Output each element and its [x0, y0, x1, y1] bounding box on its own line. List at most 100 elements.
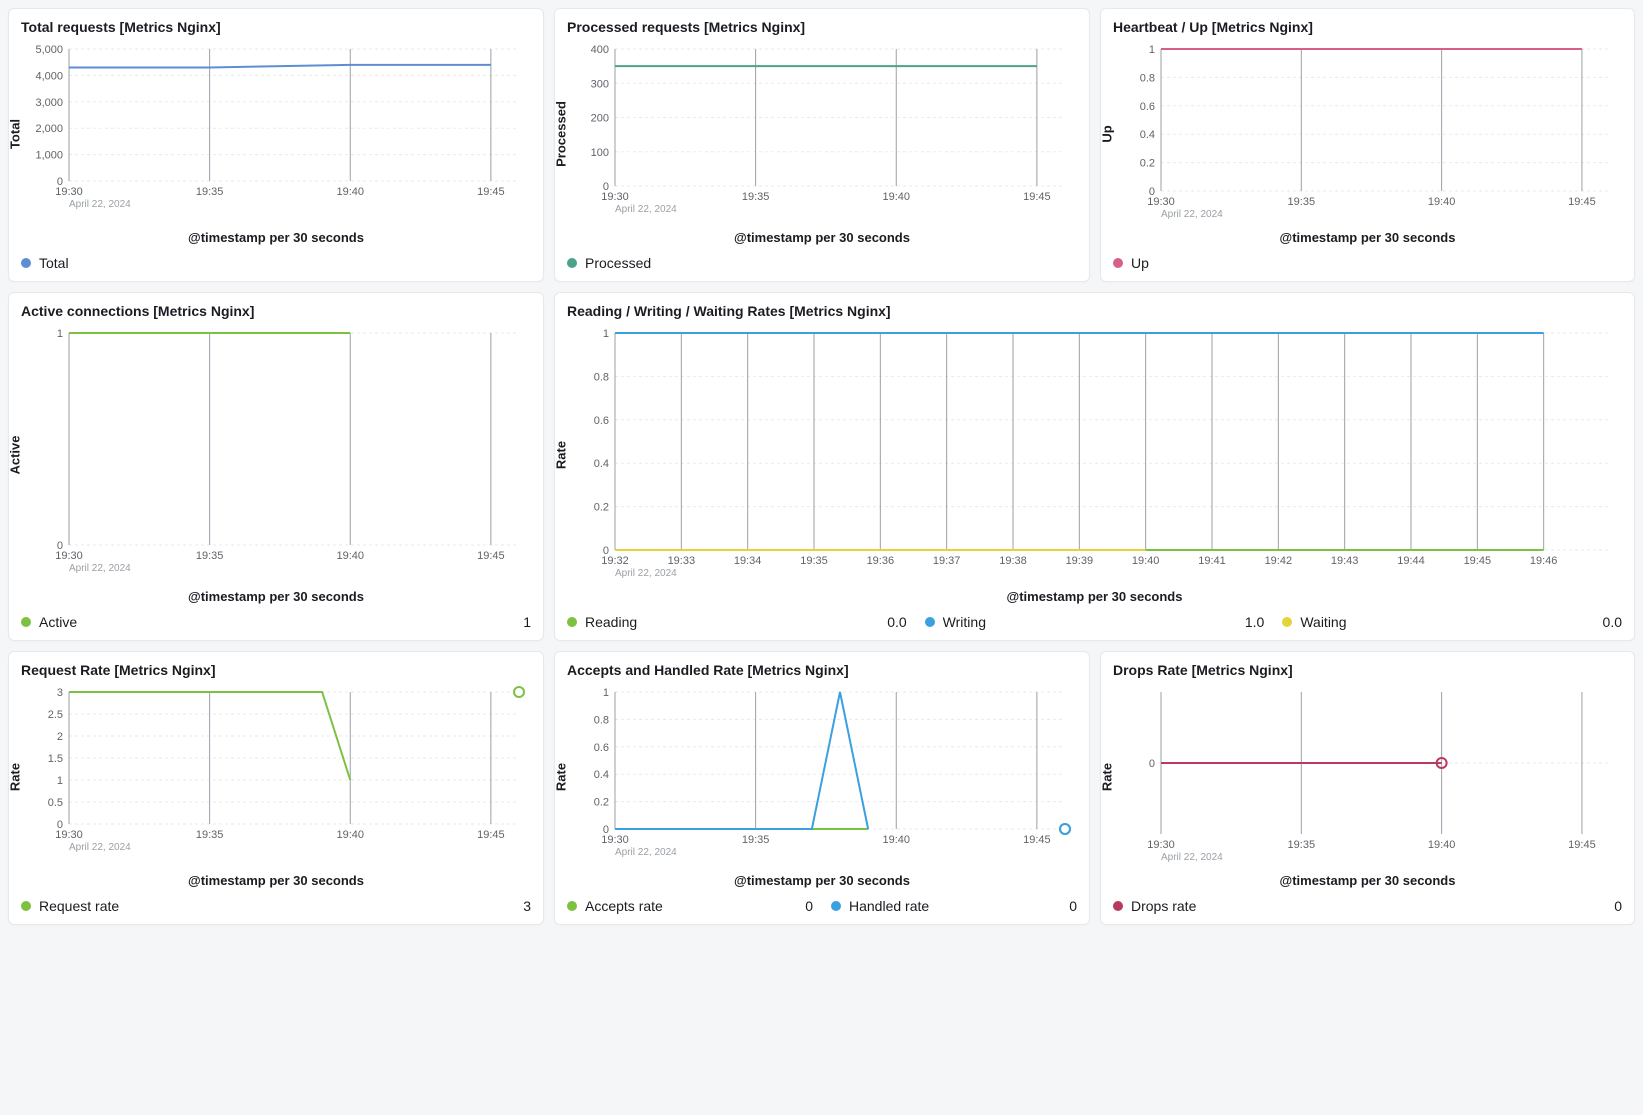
svg-text:19:45: 19:45	[477, 550, 505, 562]
svg-text:19:45: 19:45	[477, 186, 505, 198]
chart-reqrate[interactable]: Rate 00.511.522.5319:30April 22, 202419:…	[21, 684, 531, 869]
ylabel: Rate	[554, 762, 569, 790]
svg-text:3: 3	[57, 687, 63, 699]
legend-item[interactable]: Processed	[567, 255, 1077, 271]
svg-text:2,000: 2,000	[35, 123, 63, 135]
legend: Processed	[567, 255, 1077, 271]
legend-dot-icon	[21, 901, 31, 911]
panel-processed-requests[interactable]: Processed requests [Metrics Nginx] Proce…	[554, 8, 1090, 282]
chart-rww[interactable]: Rate 00.20.40.60.8119:32April 22, 202419…	[567, 325, 1622, 585]
legend-item[interactable]: Writing 1.0	[925, 614, 1265, 630]
svg-text:19:30: 19:30	[601, 191, 629, 203]
svg-text:200: 200	[591, 113, 609, 125]
xlabel: @timestamp per 30 seconds	[1113, 873, 1622, 888]
svg-text:19:44: 19:44	[1397, 555, 1425, 567]
panel-title: Accepts and Handled Rate [Metrics Nginx]	[567, 662, 1077, 678]
panel-rww-rates[interactable]: Reading / Writing / Waiting Rates [Metri…	[554, 292, 1635, 641]
panel-title: Drops Rate [Metrics Nginx]	[1113, 662, 1622, 678]
dashboard-grid: Total requests [Metrics Nginx] Total 01,…	[8, 8, 1635, 925]
legend-dot-icon	[567, 617, 577, 627]
panel-title: Processed requests [Metrics Nginx]	[567, 19, 1077, 35]
legend-item[interactable]: Up	[1113, 255, 1622, 271]
svg-text:19:35: 19:35	[742, 191, 770, 203]
ylabel: Rate	[554, 441, 569, 469]
svg-text:0.8: 0.8	[594, 371, 609, 383]
svg-text:April 22, 2024: April 22, 2024	[615, 847, 677, 858]
panel-drops-rate[interactable]: Drops Rate [Metrics Nginx] Rate 019:30Ap…	[1100, 651, 1635, 925]
chart-heartbeat[interactable]: Up 00.20.40.60.8119:30April 22, 202419:3…	[1113, 41, 1622, 226]
chart-processed[interactable]: Processed 010020030040019:30April 22, 20…	[567, 41, 1077, 226]
legend-dot-icon	[21, 617, 31, 627]
svg-text:19:30: 19:30	[55, 829, 83, 841]
svg-text:19:35: 19:35	[1288, 196, 1316, 208]
svg-text:19:40: 19:40	[1428, 196, 1456, 208]
svg-text:1,000: 1,000	[35, 150, 63, 162]
legend-item[interactable]: Waiting0.0	[1282, 614, 1622, 630]
legend-value: 0	[805, 898, 813, 914]
legend-value: 1.0	[1245, 614, 1264, 630]
panel-accepts-handled[interactable]: Accepts and Handled Rate [Metrics Nginx]…	[554, 651, 1090, 925]
panel-request-rate[interactable]: Request Rate [Metrics Nginx] Rate 00.511…	[8, 651, 544, 925]
svg-text:19:46: 19:46	[1530, 555, 1558, 567]
svg-text:0.8: 0.8	[1140, 72, 1155, 84]
ylabel: Total	[8, 118, 23, 148]
legend-label: Reading	[585, 614, 637, 630]
svg-text:19:35: 19:35	[1288, 839, 1316, 851]
xlabel: @timestamp per 30 seconds	[567, 873, 1077, 888]
legend-item[interactable]: Accepts rate0	[567, 898, 813, 914]
chart-drops[interactable]: Rate 019:30April 22, 202419:3519:4019:45	[1113, 684, 1622, 869]
legend: Active1	[21, 614, 531, 630]
legend-label: Waiting	[1300, 614, 1346, 630]
svg-text:19:40: 19:40	[882, 191, 910, 203]
svg-text:19:32: 19:32	[601, 555, 629, 567]
chart-accepts[interactable]: Rate 00.20.40.60.8119:30April 22, 202419…	[567, 684, 1077, 869]
svg-text:19:40: 19:40	[336, 186, 364, 198]
svg-text:1: 1	[57, 775, 63, 787]
svg-text:1: 1	[603, 328, 609, 340]
svg-text:19:39: 19:39	[1066, 555, 1094, 567]
legend: Reading0.0 Writing 1.0 Waiting0.0	[567, 614, 1622, 630]
xlabel: @timestamp per 30 seconds	[567, 589, 1622, 604]
legend-item[interactable]: Active1	[21, 614, 531, 630]
legend-label: Active	[39, 614, 77, 630]
svg-text:0: 0	[1149, 758, 1155, 770]
svg-text:0.2: 0.2	[1140, 158, 1155, 170]
svg-text:300: 300	[591, 78, 609, 90]
svg-text:19:45: 19:45	[1023, 834, 1051, 846]
svg-text:19:45: 19:45	[1568, 196, 1596, 208]
legend-item[interactable]: Drops rate0	[1113, 898, 1622, 914]
ylabel: Processed	[554, 101, 569, 167]
svg-text:April 22, 2024: April 22, 2024	[1161, 209, 1223, 220]
legend-label: Writing	[943, 614, 986, 630]
svg-text:19:33: 19:33	[668, 555, 696, 567]
legend-item[interactable]: Total	[21, 255, 531, 271]
svg-text:100: 100	[591, 147, 609, 159]
xlabel: @timestamp per 30 seconds	[567, 230, 1077, 245]
chart-total[interactable]: Total 01,0002,0003,0004,0005,00019:30Apr…	[21, 41, 531, 226]
svg-text:0.6: 0.6	[1140, 101, 1155, 113]
legend-item[interactable]: Request rate3	[21, 898, 531, 914]
ylabel: Rate	[8, 762, 23, 790]
legend-item[interactable]: Handled rate0	[831, 898, 1077, 914]
panel-active-connections[interactable]: Active connections [Metrics Nginx] Activ…	[8, 292, 544, 641]
legend-label: Drops rate	[1131, 898, 1196, 914]
svg-text:19:35: 19:35	[196, 829, 224, 841]
xlabel: @timestamp per 30 seconds	[21, 230, 531, 245]
chart-active[interactable]: Active 0119:30April 22, 202419:3519:4019…	[21, 325, 531, 585]
panel-total-requests[interactable]: Total requests [Metrics Nginx] Total 01,…	[8, 8, 544, 282]
svg-text:19:35: 19:35	[196, 186, 224, 198]
legend-dot-icon	[567, 901, 577, 911]
legend: Request rate3	[21, 898, 531, 914]
svg-text:1: 1	[1149, 44, 1155, 56]
svg-text:19:40: 19:40	[336, 550, 364, 562]
legend-label: Total	[39, 255, 69, 271]
svg-text:19:45: 19:45	[1464, 555, 1492, 567]
panel-heartbeat[interactable]: Heartbeat / Up [Metrics Nginx] Up 00.20.…	[1100, 8, 1635, 282]
svg-text:19:30: 19:30	[1147, 196, 1175, 208]
svg-text:0.2: 0.2	[594, 502, 609, 514]
legend-item[interactable]: Reading0.0	[567, 614, 907, 630]
svg-text:0.5: 0.5	[48, 797, 63, 809]
xlabel: @timestamp per 30 seconds	[1113, 230, 1622, 245]
legend: Drops rate0	[1113, 898, 1622, 914]
svg-text:19:45: 19:45	[477, 829, 505, 841]
